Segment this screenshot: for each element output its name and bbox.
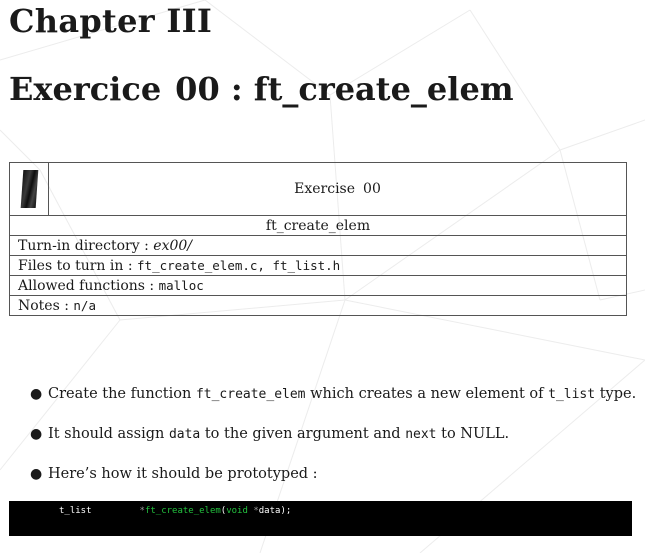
list-item: ● Create the function ft_create_elem whi… xyxy=(30,382,636,422)
files-label: Files to turn in : xyxy=(18,257,133,274)
exercise-info-table: Exercise 00 ft_create_elem Turn-in direct… xyxy=(9,162,627,316)
allowed-cell: Allowed functions : malloc xyxy=(9,275,627,296)
bullet-code: data xyxy=(168,427,201,442)
code-function-name: ft_create_elem xyxy=(144,506,221,516)
bullet-text: to NULL. xyxy=(441,426,510,442)
table-row: Notes : n/a xyxy=(9,295,627,316)
exercise-label: Exercise xyxy=(294,181,356,197)
exercise-heading: Exercice 00 : ft_create_elem xyxy=(9,70,514,108)
bullet-code: t_list xyxy=(548,387,596,402)
bullet-text: which creates a new element of xyxy=(310,386,544,402)
chapter-title: Chapter III xyxy=(9,2,213,40)
table-header-row: Exercise 00 xyxy=(9,162,627,216)
bullet-text: It should assign xyxy=(48,426,165,442)
exercise-heading-number: 00 xyxy=(175,70,220,108)
allowed-value: malloc xyxy=(158,277,204,293)
turnin-cell: Turn-in directory : ex00/ xyxy=(9,235,627,256)
bullet-text: Here’s how it should be prototyped : xyxy=(48,466,318,482)
exercise-heading-name: ft_create_elem xyxy=(253,70,514,108)
code-prototype-block: t_list *ft_create_elem(void *data); xyxy=(9,501,632,536)
table-row: Files to turn in : ft_create_elem.c, ft_… xyxy=(9,255,627,276)
code-argument: data xyxy=(258,506,281,516)
logo-cell xyxy=(9,162,49,216)
bullet-code: ft_create_elem xyxy=(195,387,306,402)
exercise-number: 00 xyxy=(363,181,381,197)
bullet-text: Create the function xyxy=(48,386,192,402)
bullet-text: type. xyxy=(599,386,637,402)
code-keyword: void xyxy=(226,506,248,516)
list-item: ● Here’s how it should be prototyped : xyxy=(30,462,636,502)
list-item: ● It should assign data to the given arg… xyxy=(30,422,636,462)
code-type: t_list xyxy=(59,506,92,516)
code-tail: ); xyxy=(280,506,292,516)
turnin-label: Turn-in directory : xyxy=(18,237,149,254)
exercise-heading-separator: : xyxy=(230,70,243,108)
instruction-list: ● Create the function ft_create_elem whi… xyxy=(30,382,636,502)
bullet-icon: ● xyxy=(30,426,43,442)
turnin-value: ex00/ xyxy=(153,237,192,254)
table-row: Turn-in directory : ex00/ xyxy=(9,235,627,256)
exercise-name-cell: ft_create_elem xyxy=(9,215,627,236)
files-cell: Files to turn in : ft_create_elem.c, ft_… xyxy=(9,255,627,276)
notes-label: Notes : xyxy=(18,297,69,314)
allowed-label: Allowed functions : xyxy=(18,277,155,294)
bullet-text: to the given argument and xyxy=(204,426,401,442)
notes-value: n/a xyxy=(73,297,96,313)
files-value: ft_create_elem.c, ft_list.h xyxy=(137,257,341,273)
bullet-code: next xyxy=(405,427,437,442)
exercise-heading-prefix: Exercice xyxy=(9,70,162,108)
bullet-icon: ● xyxy=(30,466,43,482)
school-logo-icon xyxy=(20,170,38,208)
table-row: ft_create_elem xyxy=(9,215,627,236)
exercise-label-cell: Exercise 00 xyxy=(48,162,627,216)
bullet-icon: ● xyxy=(30,386,43,402)
notes-cell: Notes : n/a xyxy=(9,295,627,316)
table-row: Allowed functions : malloc xyxy=(9,275,627,296)
